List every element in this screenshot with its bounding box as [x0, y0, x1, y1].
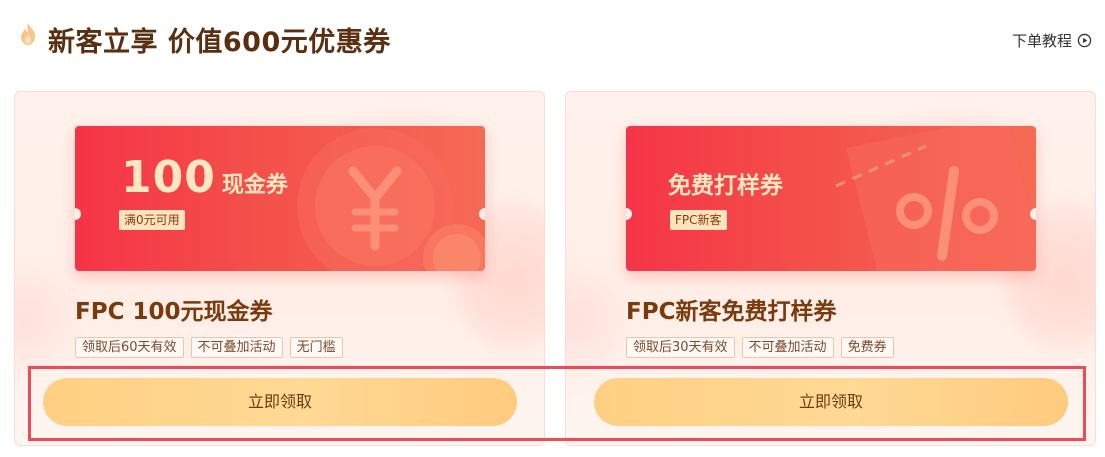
- ticket-notch: [1030, 208, 1036, 220]
- coupon-condition-badge: FPC新客: [670, 210, 727, 230]
- coupon-title: FPC 100元现金券: [75, 299, 273, 325]
- play-circle-icon: [1077, 33, 1092, 48]
- background-glow: [566, 262, 626, 382]
- ticket-notch: [626, 208, 632, 220]
- coupon-condition-badge: 满0元可用: [119, 210, 185, 230]
- coupon-amount-unit: 现金券: [221, 173, 288, 198]
- claim-button[interactable]: 立即领取: [43, 378, 517, 426]
- order-tutorial-label: 下单教程: [1011, 32, 1072, 50]
- coupon-ticket-name: 免费打样券: [668, 173, 783, 199]
- ticket-notch: [75, 208, 81, 220]
- coupon-tags: 领取后60天有效 不可叠加活动 无门槛: [75, 337, 343, 358]
- coupon-tag: 不可叠加活动: [741, 337, 834, 358]
- coupon-tag: 无门槛: [289, 337, 343, 358]
- percent-tag-icon: [835, 126, 1036, 271]
- coupon-title: FPC新客免费打样券: [626, 299, 837, 325]
- coupon-card-cash: 100 现金券 满0元可用 FPC 100元现金券 领取后60天有效 不可叠加活…: [14, 91, 545, 446]
- coupon-card-free-sample: 免费打样券 FPC新客 FPC新客免费打样券 领取后30天有效 不可叠加活动 免…: [565, 91, 1096, 446]
- coupon-amount: 100 现金券: [121, 152, 288, 203]
- order-tutorial-link[interactable]: 下单教程: [1012, 30, 1092, 51]
- coupon-tag: 免费券: [840, 337, 894, 358]
- coupon-ticket: 100 现金券 满0元可用: [75, 126, 485, 271]
- coupon-ticket: 免费打样券 FPC新客: [626, 126, 1036, 271]
- coupon-tags: 领取后30天有效 不可叠加活动 免费券: [626, 337, 894, 358]
- coupon-tag: 领取后30天有效: [626, 337, 735, 358]
- coupon-tag: 不可叠加活动: [190, 337, 283, 358]
- background-glow: [15, 262, 75, 382]
- coupon-tag: 领取后60天有效: [75, 337, 184, 358]
- flame-icon: [21, 23, 35, 45]
- claim-button[interactable]: 立即领取: [594, 378, 1068, 426]
- page-title: 新客立享 价值600元优惠券: [48, 27, 391, 58]
- coupon-amount-value: 100: [121, 152, 216, 203]
- ticket-notch: [479, 208, 485, 220]
- section-header: 新客立享 价值600元优惠券 下单教程: [0, 0, 1105, 80]
